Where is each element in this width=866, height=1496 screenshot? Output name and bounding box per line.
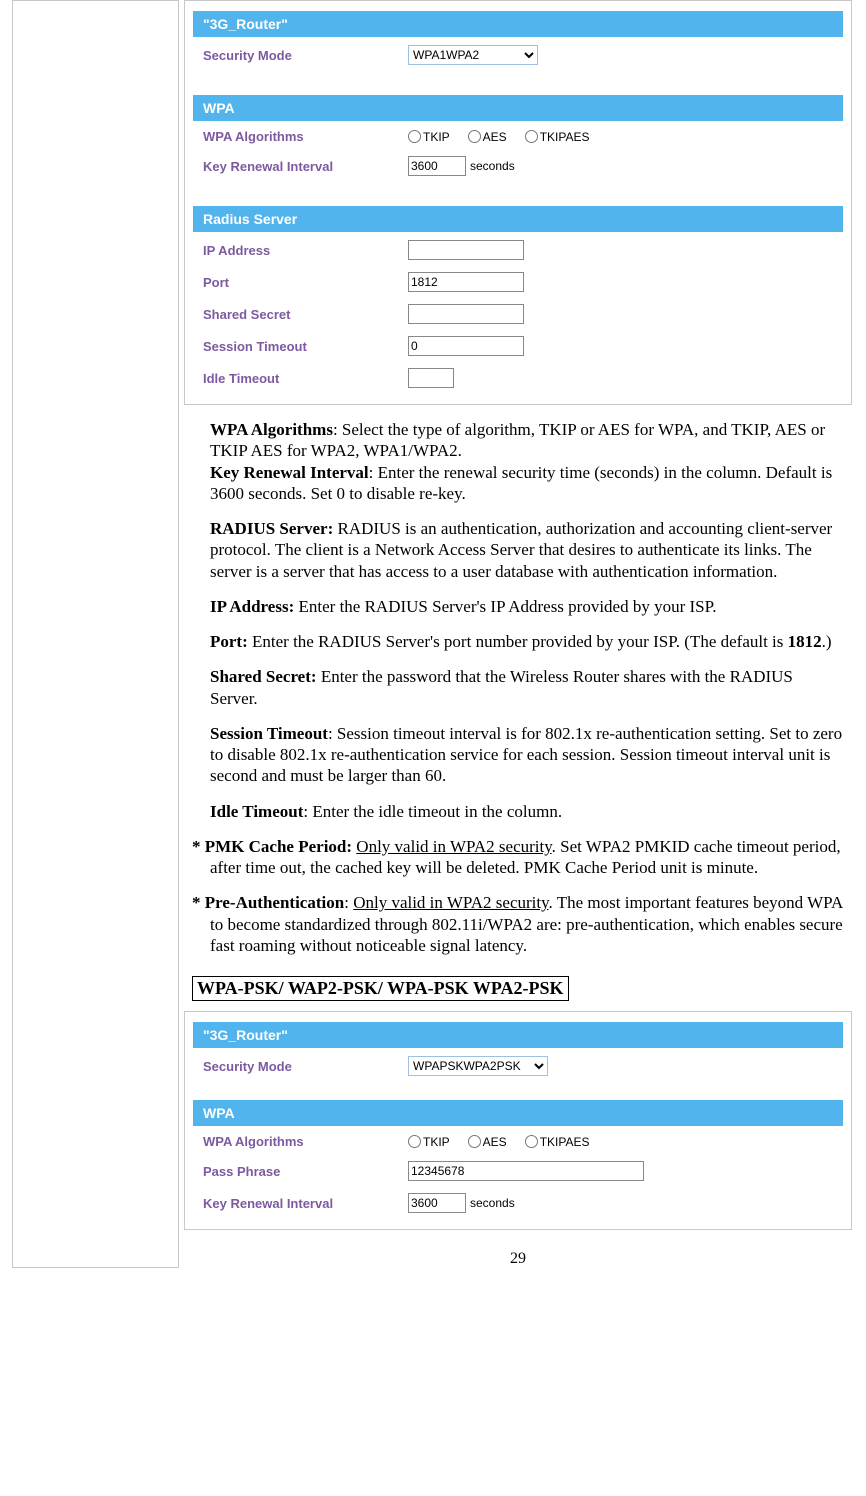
security-mode-select[interactable]: WPAPSKWPA2PSK bbox=[408, 1056, 548, 1076]
main-content: "3G_Router" Security Mode WPA1WPA2 WPA W… bbox=[184, 0, 852, 1268]
port-label: Port bbox=[203, 275, 408, 290]
radio-tkip[interactable]: TKIP bbox=[408, 1135, 450, 1149]
radio-tkipaes[interactable]: TKIPAES bbox=[525, 1135, 590, 1149]
session-timeout-input[interactable] bbox=[408, 336, 524, 356]
boxed-heading: WPA-PSK/ WAP2-PSK/ WPA-PSK WPA2-PSK bbox=[192, 976, 569, 1001]
security-mode-label: Security Mode bbox=[203, 48, 408, 63]
shared-secret-input[interactable] bbox=[408, 304, 524, 324]
key-renewal-input[interactable] bbox=[408, 156, 466, 176]
key-renewal-label: Key Renewal Interval bbox=[203, 159, 408, 174]
wpa-algorithms-label: WPA Algorithms bbox=[203, 1134, 408, 1149]
wpa-header: WPA bbox=[193, 95, 843, 121]
left-sidebar bbox=[12, 0, 179, 1268]
radio-tkipaes[interactable]: TKIPAES bbox=[525, 130, 590, 144]
key-renewal-label: Key Renewal Interval bbox=[203, 1196, 408, 1211]
desc-ip: IP Address: Enter the RADIUS Server's IP… bbox=[192, 596, 844, 617]
seconds-label: seconds bbox=[470, 1196, 515, 1210]
router-panel-psk: "3G_Router" Security Mode WPAPSKWPA2PSK … bbox=[184, 1011, 852, 1230]
desc-shared: Shared Secret: Enter the password that t… bbox=[192, 666, 844, 709]
port-input[interactable] bbox=[408, 272, 524, 292]
radio-aes[interactable]: AES bbox=[468, 130, 507, 144]
wpa-algorithms-label: WPA Algorithms bbox=[203, 129, 408, 144]
shared-secret-label: Shared Secret bbox=[203, 307, 408, 322]
idle-timeout-label: Idle Timeout bbox=[203, 371, 408, 386]
idle-timeout-input[interactable] bbox=[408, 368, 454, 388]
pass-phrase-input[interactable] bbox=[408, 1161, 644, 1181]
wpa-header: WPA bbox=[193, 1100, 843, 1126]
desc-preauth: * Pre-Authentication: Only valid in WPA2… bbox=[192, 892, 844, 956]
desc-idle: Idle Timeout: Enter the idle timeout in … bbox=[192, 801, 844, 822]
desc-radius: RADIUS Server: RADIUS is an authenticati… bbox=[192, 518, 844, 582]
radio-aes[interactable]: AES bbox=[468, 1135, 507, 1149]
session-timeout-label: Session Timeout bbox=[203, 339, 408, 354]
router-panel-wpa: "3G_Router" Security Mode WPA1WPA2 WPA W… bbox=[184, 0, 852, 405]
page-number: 29 bbox=[184, 1250, 852, 1268]
pass-phrase-label: Pass Phrase bbox=[203, 1164, 408, 1179]
panel-title: "3G_Router" bbox=[193, 1022, 843, 1048]
desc-pmk: * PMK Cache Period: Only valid in WPA2 s… bbox=[192, 836, 844, 879]
panel-title: "3G_Router" bbox=[193, 11, 843, 37]
desc-session: Session Timeout: Session timeout interva… bbox=[192, 723, 844, 787]
security-mode-select[interactable]: WPA1WPA2 bbox=[408, 45, 538, 65]
radio-tkip[interactable]: TKIP bbox=[408, 130, 450, 144]
desc-wpa-algorithms: WPA Algorithms: Select the type of algor… bbox=[192, 419, 844, 504]
ip-address-input[interactable] bbox=[408, 240, 524, 260]
key-renewal-input[interactable] bbox=[408, 1193, 466, 1213]
ip-address-label: IP Address bbox=[203, 243, 408, 258]
radius-header: Radius Server bbox=[193, 206, 843, 232]
description-block: WPA Algorithms: Select the type of algor… bbox=[192, 419, 844, 956]
security-mode-label: Security Mode bbox=[203, 1059, 408, 1074]
desc-port: Port: Enter the RADIUS Server's port num… bbox=[192, 631, 844, 652]
seconds-label: seconds bbox=[470, 159, 515, 173]
